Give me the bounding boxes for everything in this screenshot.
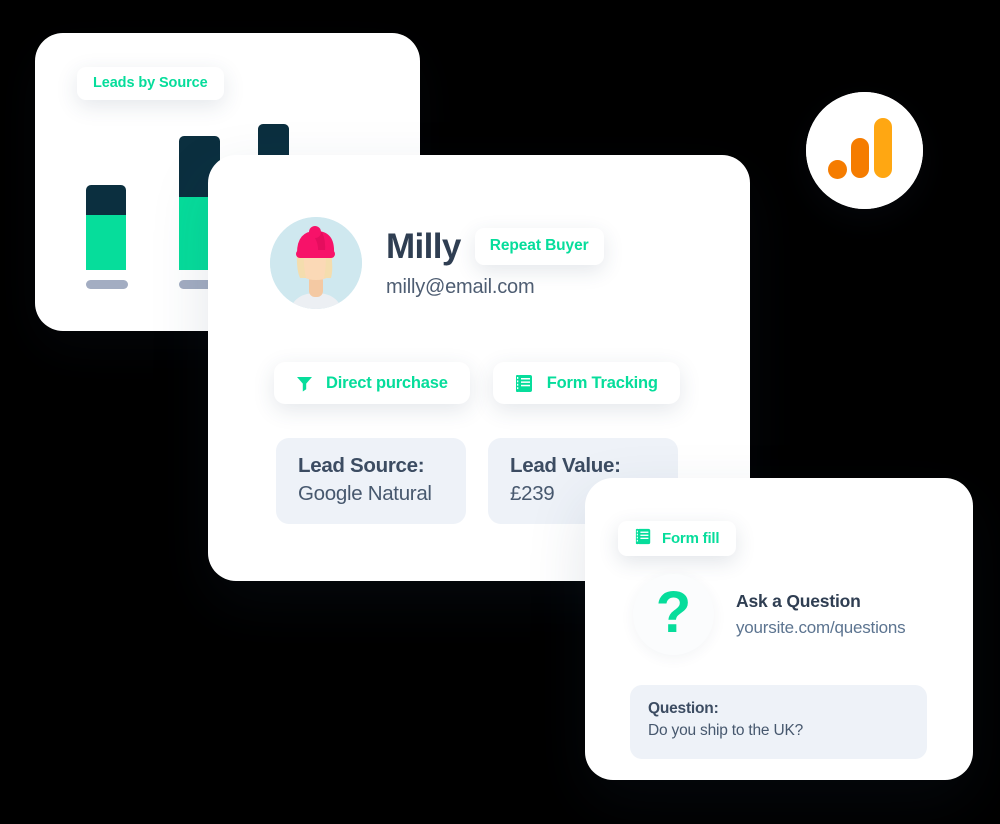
form-fill-badge: Form fill: [618, 521, 737, 556]
lead-value-label: Lead Value:: [510, 454, 621, 477]
status-badge: Repeat Buyer: [474, 227, 604, 265]
tag-direct-purchase[interactable]: Direct purchase: [274, 362, 470, 404]
lead-identity: Milly Repeat Buyer milly@email.com: [386, 226, 604, 299]
form-icon: [515, 374, 534, 393]
ga-dot: [828, 160, 847, 179]
page-title: Milly: [386, 226, 461, 266]
form-fill-badge-label: Form fill: [662, 530, 720, 547]
question-mark-glyph: ?: [655, 579, 692, 645]
tag-form-tracking[interactable]: Form Tracking: [492, 362, 680, 404]
lead-email: milly@email.com: [386, 275, 535, 298]
question-url[interactable]: yoursite.com/questions: [736, 618, 906, 638]
tag-direct-purchase-label: Direct purchase: [326, 373, 448, 392]
lead-tags: Direct purchase Form Tracking: [274, 362, 680, 404]
form-icon: [635, 528, 652, 549]
ga-tall-bar: [874, 118, 892, 178]
form-fill-card: Form fill ? Ask a Question yoursite.com/…: [585, 478, 973, 780]
avatar-illustration: [270, 217, 362, 309]
chart-title-badge: Leads by Source: [77, 67, 224, 100]
lead-source-label: Lead Source:: [298, 454, 425, 477]
question-header: ? Ask a Question yoursite.com/questions: [633, 574, 906, 655]
bar-1-base: [86, 280, 128, 289]
question-mark-icon: ?: [633, 574, 714, 655]
bar-group-1: [86, 185, 128, 289]
google-analytics-logo: [806, 92, 923, 209]
avatar: [270, 217, 362, 309]
question-meta: Ask a Question yoursite.com/questions: [736, 591, 906, 638]
lead-source-value: Google Natural: [298, 481, 432, 505]
ga-mid-bar: [851, 138, 869, 178]
question-text: Do you ship to the UK?: [648, 722, 803, 740]
lead-header: Milly Repeat Buyer milly@email.com: [270, 217, 604, 309]
funnel-icon: [296, 375, 313, 392]
google-analytics-logo-svg: [806, 92, 923, 209]
question-answer-box: Question: Do you ship to the UK?: [630, 685, 927, 759]
screenshot-stage: Leads by Source Milly Repeat Buyer milly…: [0, 0, 1000, 824]
lead-name-row: Milly Repeat Buyer: [386, 226, 604, 266]
lead-source-box: Lead Source: Google Natural: [276, 438, 466, 525]
bar-1-green: [86, 215, 126, 270]
question-title: Ask a Question: [736, 591, 861, 611]
tag-form-tracking-label: Form Tracking: [546, 373, 658, 392]
question-label: Question:: [648, 700, 719, 717]
